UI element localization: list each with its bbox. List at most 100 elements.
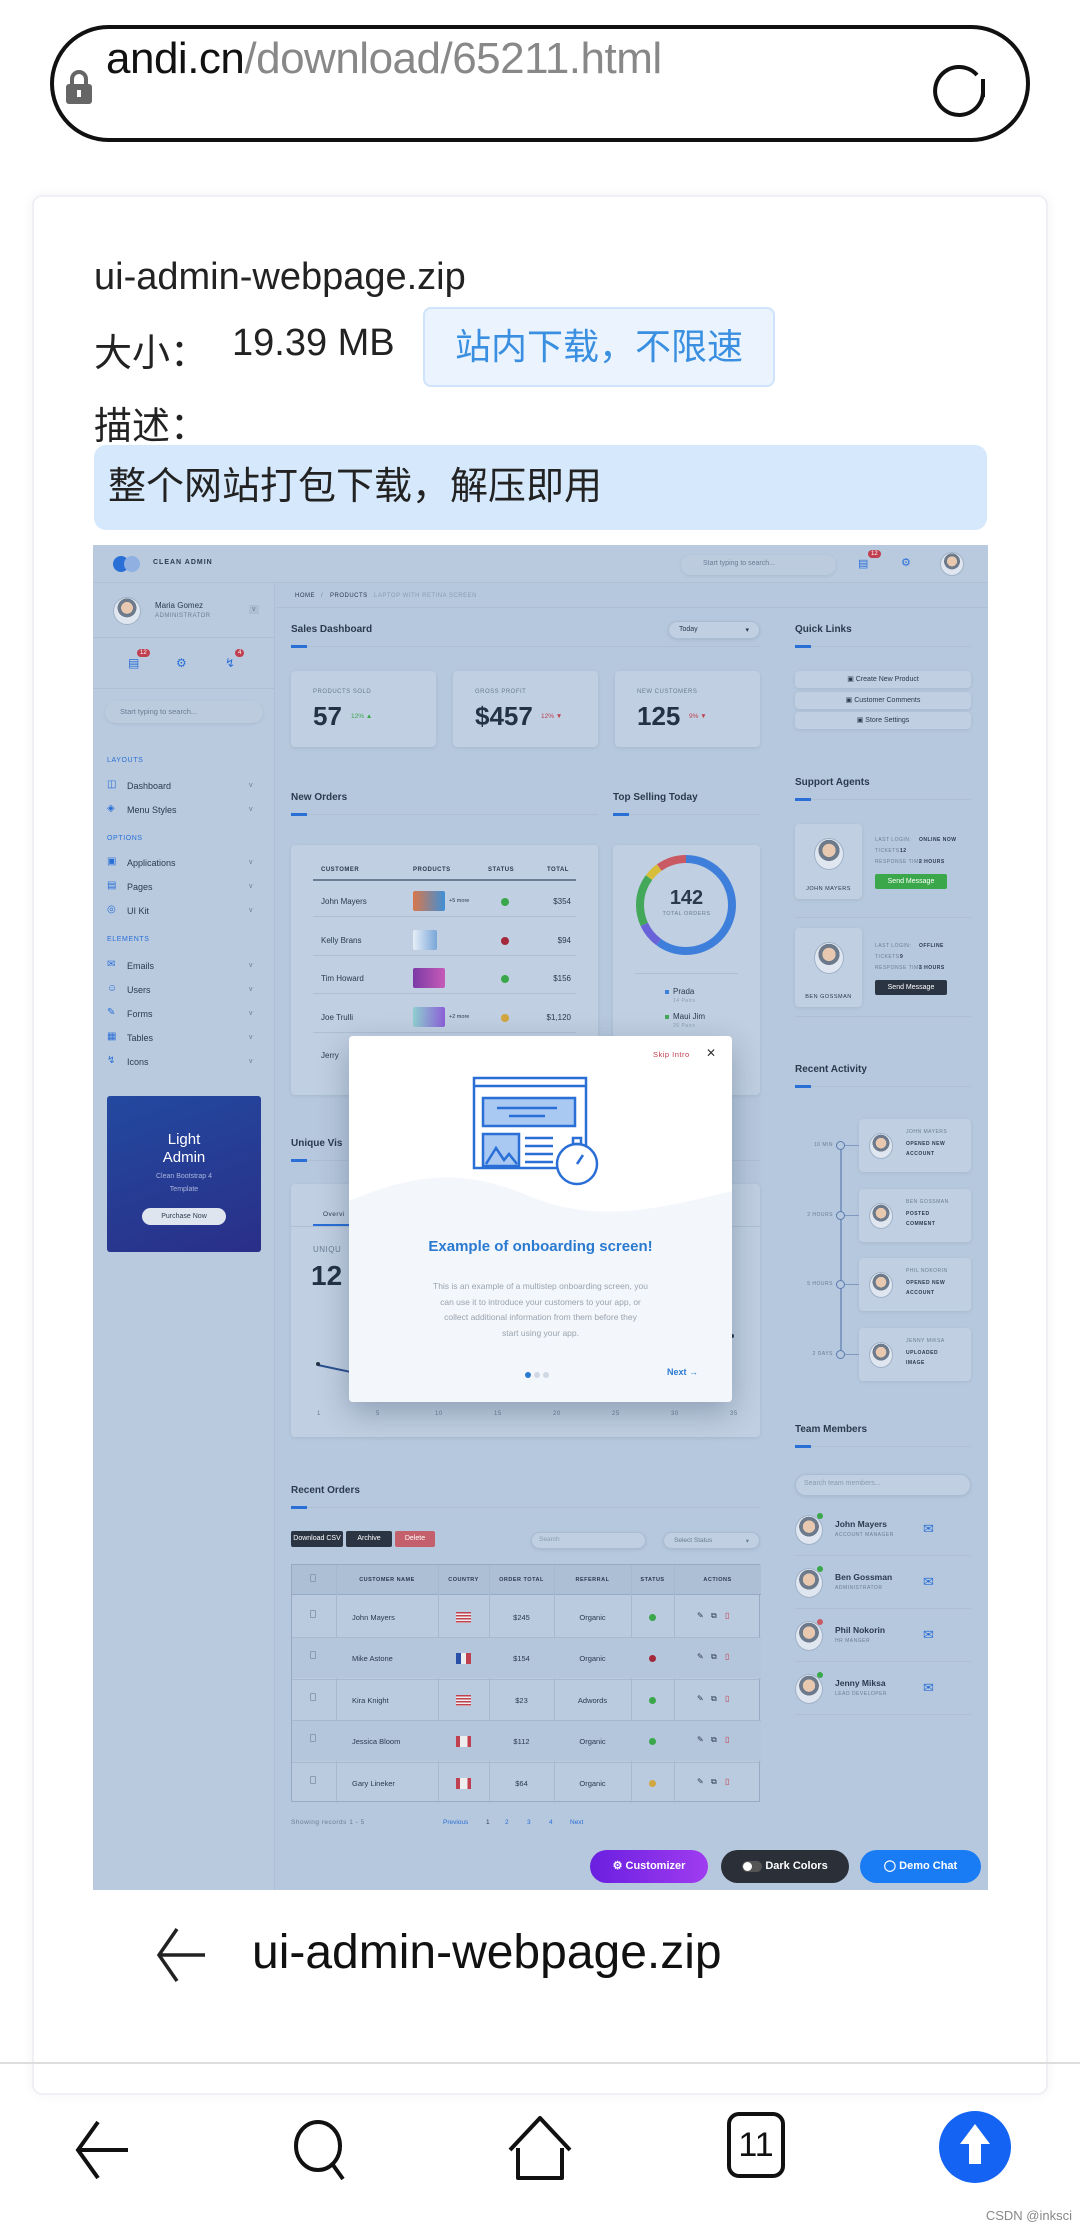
nav-search-icon[interactable] <box>282 2110 362 2190</box>
copy-icon[interactable]: ⧉ <box>711 1611 717 1621</box>
step-dot[interactable] <box>525 1372 531 1378</box>
sidebar-item-icons[interactable]: Icons <box>127 1057 149 1067</box>
quick-link-1[interactable]: ▣ Customer Comments <box>795 691 971 709</box>
product-thumbnails[interactable] <box>413 929 437 950</box>
chat-icon[interactable]: ▤ <box>128 656 139 670</box>
chevron-down-icon[interactable]: v <box>249 859 253 866</box>
chevron-down-icon[interactable]: v <box>249 806 253 813</box>
edit-icon[interactable]: ✎ <box>697 1652 704 1661</box>
product-thumbnails[interactable] <box>413 1006 445 1027</box>
message-icon[interactable]: ✉ <box>923 1521 934 1537</box>
back-arrow-icon[interactable] <box>155 1925 209 1985</box>
chevron-down-icon[interactable]: v <box>249 907 253 914</box>
chevron-down-icon[interactable]: v <box>249 1010 253 1017</box>
url-text[interactable]: andi.cn/download/65211.html <box>106 34 662 84</box>
member-avatar[interactable] <box>795 1568 823 1598</box>
pagination-4[interactable]: 4 <box>549 1819 553 1826</box>
pagination-next[interactable]: Next <box>570 1819 583 1826</box>
activity-card[interactable]: PHIL NOKORIN OPENED NEW ACCOUNT <box>859 1258 971 1311</box>
sidebar-item-pages[interactable]: Pages <box>127 882 153 892</box>
product-thumbnails[interactable] <box>413 891 445 911</box>
member-avatar[interactable] <box>795 1515 823 1545</box>
copy-icon[interactable]: ⧉ <box>711 1735 717 1745</box>
reload-icon[interactable] <box>930 57 992 119</box>
sidebar-item-applications[interactable]: Applications <box>127 858 176 868</box>
send-message-button[interactable]: Send Message <box>875 874 947 889</box>
purchase-now-button[interactable]: Purchase Now <box>142 1208 226 1225</box>
skip-intro-button[interactable]: Skip Intro <box>653 1050 690 1059</box>
sidebar-item-menu-styles[interactable]: Menu Styles <box>127 805 177 815</box>
download-button[interactable]: 站内下载，不限速 <box>423 307 775 387</box>
sidebar-item-forms[interactable]: Forms <box>127 1009 153 1019</box>
dark-colors-toggle[interactable]: Dark Colors <box>721 1850 849 1883</box>
message-icon[interactable]: ✉ <box>923 1627 934 1643</box>
select-all-checkbox[interactable] <box>310 1574 316 1582</box>
close-icon[interactable]: ✕ <box>706 1046 716 1060</box>
message-icon[interactable]: ✉ <box>923 1680 934 1696</box>
nav-back-icon[interactable] <box>68 2110 148 2190</box>
toggle-switch[interactable] <box>742 1860 763 1872</box>
step-dot[interactable] <box>543 1372 549 1378</box>
edit-icon[interactable]: ✎ <box>697 1611 704 1620</box>
customizer-button[interactable]: ⚙ Customizer <box>590 1850 708 1883</box>
gear-icon[interactable]: ⚙ <box>176 656 187 670</box>
row-checkbox[interactable] <box>310 1651 316 1660</box>
demo-chat-button[interactable]: ◯ Demo Chat <box>860 1850 981 1883</box>
sidebar-item-ui-kit[interactable]: UI Kit <box>127 906 149 916</box>
delete-icon[interactable]: ▯ <box>725 1735 729 1744</box>
edit-icon[interactable]: ✎ <box>697 1694 704 1703</box>
gear-icon[interactable]: ⚙ <box>901 556 911 569</box>
edit-icon[interactable]: ✎ <box>697 1735 704 1744</box>
pagination-3[interactable]: 3 <box>527 1819 531 1826</box>
breadcrumb-item[interactable]: PRODUCTS <box>330 593 368 599</box>
edit-icon[interactable]: ✎ <box>697 1777 704 1786</box>
chevron-down-icon[interactable]: v <box>249 883 253 890</box>
sidebar-item-users[interactable]: Users <box>127 985 151 995</box>
archive-button[interactable]: Archive <box>346 1531 392 1547</box>
row-checkbox[interactable] <box>310 1775 316 1784</box>
activity-card[interactable]: JENNY MIKSA UPLOADED IMAGE <box>859 1327 971 1381</box>
member-avatar[interactable] <box>795 1621 823 1651</box>
delete-icon[interactable]: ▯ <box>725 1694 729 1703</box>
delete-icon[interactable]: ▯ <box>725 1777 729 1786</box>
bolt-icon[interactable]: ↯ <box>225 656 235 670</box>
next-button[interactable]: Next → <box>667 1367 698 1377</box>
copy-icon[interactable]: ⧉ <box>711 1777 717 1787</box>
quick-link-2[interactable]: ▣ Store Settings <box>795 712 971 729</box>
chevron-down-icon[interactable]: v <box>249 986 253 993</box>
breadcrumb-item[interactable]: HOME <box>295 593 315 599</box>
member-avatar[interactable] <box>795 1674 823 1704</box>
activity-card[interactable]: BEN GOSSMAN POSTED COMMENT <box>859 1188 971 1242</box>
pagination-2[interactable]: 2 <box>505 1819 509 1826</box>
delete-button[interactable]: Delete <box>395 1531 435 1547</box>
nav-tabs-button[interactable]: 11 <box>727 2112 785 2178</box>
product-thumbnails[interactable] <box>413 968 445 988</box>
chevron-down-icon[interactable]: v <box>249 782 253 789</box>
step-dot[interactable] <box>534 1372 540 1378</box>
message-icon[interactable]: ✉ <box>923 1574 934 1590</box>
pagination-previous[interactable]: Previous <box>443 1819 468 1826</box>
pagination-1[interactable]: 1 <box>486 1819 490 1826</box>
delete-icon[interactable]: ▯ <box>725 1611 729 1620</box>
copy-icon[interactable]: ⧉ <box>711 1694 717 1704</box>
row-checkbox[interactable] <box>310 1610 316 1618</box>
row-checkbox[interactable] <box>310 1734 316 1743</box>
chat-icon[interactable]: ▤ <box>858 557 868 570</box>
chevron-down-icon[interactable]: v <box>249 1034 253 1041</box>
quick-link-0[interactable]: ▣ Create New Product <box>795 671 971 688</box>
row-checkbox[interactable] <box>310 1692 316 1701</box>
avatar[interactable] <box>940 552 964 576</box>
chevron-down-icon[interactable]: v <box>249 962 253 969</box>
copy-icon[interactable]: ⧉ <box>711 1652 717 1662</box>
sidebar-item-dashboard[interactable]: Dashboard <box>127 781 171 791</box>
activity-card[interactable]: JOHN MAYERS OPENED NEW ACCOUNT <box>859 1119 971 1172</box>
sidebar-item-emails[interactable]: Emails <box>127 961 154 971</box>
send-message-button[interactable]: Send Message <box>875 980 947 995</box>
user-menu-chevron[interactable]: v <box>249 605 259 614</box>
nav-upload-icon[interactable] <box>938 2110 1012 2184</box>
download-csv-button[interactable]: Download CSV <box>291 1531 343 1547</box>
delete-icon[interactable]: ▯ <box>725 1652 729 1661</box>
nav-home-icon[interactable] <box>500 2110 580 2190</box>
period-select[interactable]: Today ▾ <box>668 621 760 639</box>
status-select[interactable]: Select Status ▾ <box>663 1532 760 1549</box>
